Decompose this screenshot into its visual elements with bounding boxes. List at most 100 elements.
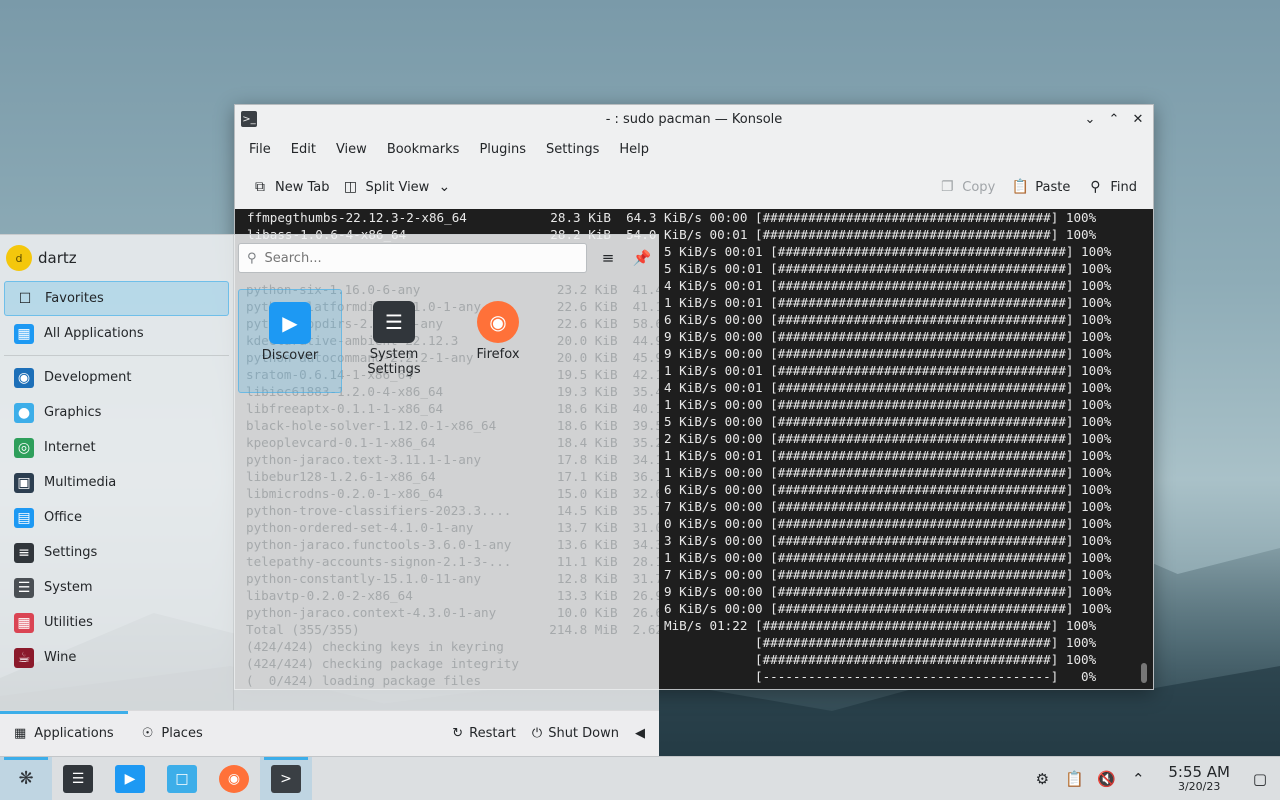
discover-icon: ▶ [269,302,311,344]
split-view-button[interactable]: ◫ Split View ⌄ [336,175,460,199]
chevron-left-icon: ◀ [635,726,645,741]
maximize-icon[interactable]: ⌃ [1105,110,1123,128]
faded-line: python-trove-classifiers-2023.3.... 14.5… [246,503,659,518]
faded-line: python-jaraco.context-4.3.0-1-any 10.0 K… [246,605,659,620]
menu-file[interactable]: File [239,142,281,157]
chevron-down-icon: ⌄ [438,179,451,195]
shutdown-button[interactable]: ⏻ Shut Down [526,726,625,741]
minimize-icon[interactable]: ⌄ [1081,110,1099,128]
restart-button[interactable]: ↻ Restart [446,726,522,741]
clock-date: 3/20/23 [1177,779,1221,793]
discover-icon: ▶ [115,764,145,793]
favorite-system-settings[interactable]: ☰ System Settings [342,289,446,393]
task-firefox[interactable]: ◉ [208,757,260,800]
category-office[interactable]: ▤ Office [4,500,229,535]
terminal-scrollbar[interactable] [1141,663,1147,683]
category-wine[interactable]: ☕ Wine [4,640,229,675]
search-icon: ⚲ [247,250,257,266]
task-konsole[interactable]: > [260,756,312,800]
paste-icon: 📋 [1011,179,1029,195]
find-button[interactable]: ⚲ Find [1080,175,1143,199]
office-icon: ▤ [14,507,34,528]
menu-help[interactable]: Help [609,142,659,157]
tab-places[interactable]: ☉ Places [128,711,217,757]
faded-line: kpeoplevcard-0.1-1-x86_64 18.4 KiB 35.2 [246,435,659,450]
clipboard-icon[interactable]: 📋 [1064,770,1084,788]
faded-line: telepathy-accounts-signon-2.1-3-... 11.1… [246,554,659,569]
split-view-icon: ◫ [343,179,358,195]
tab-applications[interactable]: ▦ Applications [0,710,128,757]
favorites-grid: ▶ Discover ☰ System Settings ◉ Firefox [238,289,550,393]
username: dartz [38,249,77,267]
user-header[interactable]: d dartz [0,235,233,281]
task-file-manager[interactable]: □ [156,757,208,800]
close-icon[interactable]: ✕ [1129,110,1147,128]
kde-launcher-icon: ❋ [18,768,34,789]
firefox-icon: ◉ [477,301,519,343]
faded-line: python-ordered-set-4.1.0-1-any 13.7 KiB … [246,520,659,535]
launcher-sidebar: d dartz ☐ Favorites ▦ All Applications ◉… [0,235,234,711]
category-favorites[interactable]: ☐ Favorites [4,281,229,316]
menubar: File Edit View Bookmarks Plugins Setting… [235,133,1153,165]
menu-view[interactable]: View [326,142,377,157]
category-all-applications[interactable]: ▦ All Applications [4,316,229,351]
search-field[interactable]: ⚲ [238,243,587,273]
menu-plugins[interactable]: Plugins [469,142,536,157]
settings-icon: ≡ [14,542,34,563]
category-multimedia[interactable]: ▣ Multimedia [4,465,229,500]
search-icon: ⚲ [1090,179,1101,195]
task-system-settings[interactable]: ☰ [52,757,104,800]
task-discover[interactable]: ▶ [104,757,156,800]
favorite-discover[interactable]: ▶ Discover [238,289,342,393]
category-settings[interactable]: ≡ Settings [4,535,229,570]
category-system[interactable]: ☰ System [4,570,229,605]
pin-icon[interactable]: 📌 [629,245,655,271]
system-settings-icon: ☰ [63,764,93,793]
faded-line: python-constantly-15.1.0-11-any 12.8 KiB… [246,571,659,586]
konsole-app-icon[interactable]: >_ [241,111,257,127]
menu-edit[interactable]: Edit [281,142,326,157]
search-input[interactable] [264,250,565,266]
application-launcher: d dartz ☐ Favorites ▦ All Applications ◉… [0,234,659,756]
configure-icon[interactable]: ≡ [595,245,621,271]
konsole-icon: > [271,764,301,793]
favorite-firefox[interactable]: ◉ Firefox [446,289,550,393]
avatar[interactable]: d [6,245,32,271]
chevron-up-icon[interactable]: ⌃ [1128,770,1148,788]
category-internet[interactable]: ◎ Internet [4,430,229,465]
window-title: - : sudo pacman — Konsole [605,111,783,127]
development-icon: ◉ [14,367,34,388]
launcher-content: ⚲ ≡ 📌 python-six-1.16.0-6-any 23.2 KiB 4… [234,235,659,711]
show-desktop-icon[interactable]: ▢ [1250,770,1270,788]
restart-icon: ↻ [452,726,464,741]
menu-bookmarks[interactable]: Bookmarks [377,142,470,157]
power-icon: ⏻ [531,726,543,741]
toolbar: ⧉ New Tab ◫ Split View ⌄ ❐ Copy 📋 Paste … [235,165,1153,209]
faded-line: python-jaraco.text-3.11.1-1-any 17.8 KiB… [246,452,659,467]
taskbar: ❋ ☰ ▶ □ ◉ > ⚙ 📋 🔇 ⌃ 5:55 AM 3/20/23 ▢ [0,756,1280,800]
grid-icon: ▦ [14,726,27,741]
faded-line: black-hole-solver-1.12.0-1-x86_64 18.6 K… [246,418,659,433]
new-tab-button[interactable]: ⧉ New Tab [245,175,336,199]
app-launcher-button[interactable]: ❋ [0,756,52,800]
faded-line: Total (355/355) 214.8 MiB 2.62 [246,622,659,637]
volume-muted-icon[interactable]: 🔇 [1096,770,1116,788]
titlebar[interactable]: >_ - : sudo pacman — Konsole ⌄ ⌃ ✕ [235,105,1153,133]
network-icon[interactable]: ⚙ [1032,770,1052,788]
leave-menu-button[interactable]: ◀ [629,726,651,741]
faded-line: (424/424) checking package integrity [246,656,519,671]
category-utilities[interactable]: ▦ Utilities [4,605,229,640]
clock[interactable]: 5:55 AM 3/20/23 [1168,764,1230,793]
firefox-icon: ◉ [219,764,249,793]
menu-settings[interactable]: Settings [536,142,609,157]
system-icon: ☰ [14,577,34,598]
faded-line: libebur128-1.2.6-1-x86_64 17.1 KiB 36.1 [246,469,659,484]
faded-line: libfreeaptx-0.1.1-1-x86_64 18.6 KiB 40.1 [246,401,659,416]
category-development[interactable]: ◉ Development [4,360,229,395]
paste-button[interactable]: 📋 Paste [1005,175,1076,199]
copy-button[interactable]: ❐ Copy [932,175,1001,199]
internet-icon: ◎ [14,437,34,458]
category-graphics[interactable]: ● Graphics [4,395,229,430]
faded-line: ( 0/424) loading package files [246,673,482,688]
bookmark-icon: ☐ [18,290,32,307]
